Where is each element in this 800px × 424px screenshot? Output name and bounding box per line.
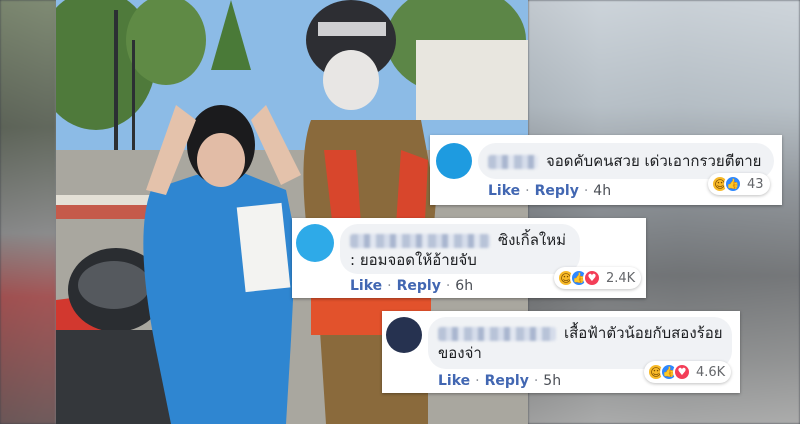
comment-time: 4h — [593, 183, 612, 199]
comment-bubble: ซิงเกิ้ลใหม่ : ยอมจอดให้อ้ายจับ — [340, 224, 580, 274]
comment-time: 5h — [543, 373, 562, 389]
comment-actions: Like · Reply · 5h — [438, 373, 562, 389]
reaction-summary[interactable]: ☺ 👍 ♥ 4.6K — [644, 361, 732, 383]
commenter-avatar[interactable] — [296, 224, 334, 262]
reply-link[interactable]: Reply — [535, 183, 579, 199]
reaction-summary[interactable]: ☺ 👍 43 — [708, 173, 770, 195]
like-link[interactable]: Like — [488, 183, 520, 199]
comment-actions: Like · Reply · 4h — [488, 183, 612, 199]
comment-text: จอดคับคนสวย เด่วเอากรวยตีตาย — [546, 152, 762, 170]
like-reaction-icon: 👍 — [724, 175, 742, 193]
love-reaction-icon: ♥ — [583, 269, 601, 287]
comment-card: เสื้อฟ้าตัวน้อยกับสองร้อยของจ่า Like · Rep… — [382, 311, 740, 393]
commenter-name-redacted — [350, 233, 490, 248]
love-reaction-icon: ♥ — [673, 363, 691, 381]
reaction-count: 43 — [747, 176, 764, 192]
like-link[interactable]: Like — [350, 278, 382, 294]
comment-time: 6h — [455, 278, 474, 294]
blurred-left-strip — [0, 0, 56, 424]
commenter-avatar[interactable] — [386, 317, 422, 353]
commenter-name-redacted — [488, 154, 538, 169]
reaction-count: 4.6K — [696, 364, 726, 380]
comment-card: ซิงเกิ้ลใหม่ : ยอมจอดให้อ้ายจับ Like · Rep… — [292, 218, 646, 298]
reply-link[interactable]: Reply — [397, 278, 441, 294]
like-link[interactable]: Like — [438, 373, 470, 389]
commenter-avatar[interactable] — [436, 143, 472, 179]
reaction-summary[interactable]: ☺ 👍 ♥ 2.4K — [554, 267, 642, 289]
reply-link[interactable]: Reply — [485, 373, 529, 389]
reaction-count: 2.4K — [606, 270, 636, 286]
comment-card: จอดคับคนสวย เด่วเอากรวยตีตาย Like · Reply ·… — [430, 135, 782, 205]
comment-actions: Like · Reply · 6h — [350, 278, 474, 294]
commenter-name-redacted — [438, 326, 556, 341]
